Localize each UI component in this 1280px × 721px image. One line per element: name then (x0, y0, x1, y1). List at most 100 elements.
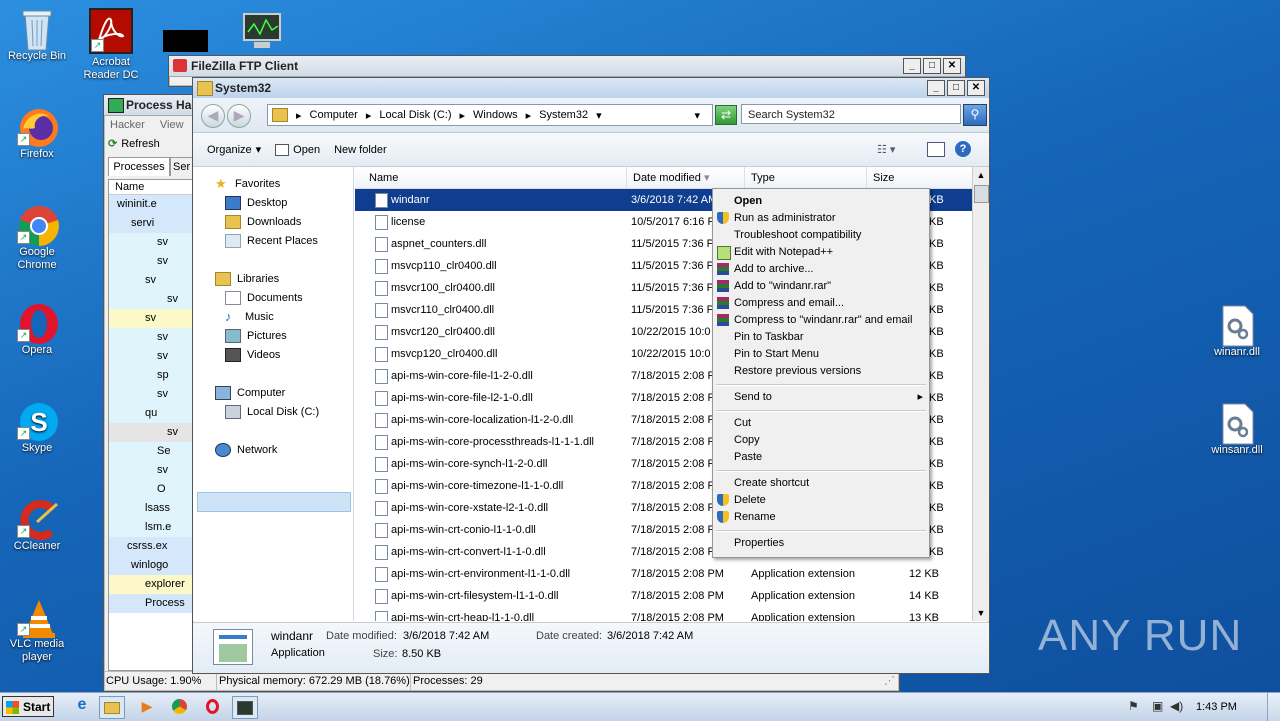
file-row[interactable]: api-ms-win-crt-heap-l1-1-0.dll 7/18/2015 … (355, 607, 975, 621)
menu-item[interactable]: Edit with Notepad++ (713, 244, 929, 261)
process-list[interactable]: Name wininit.e servi sv sv sv sv sv sv sv sp sv qu s… (108, 179, 194, 671)
desktop-icon-chrome[interactable]: ↗ Google Chrome (0, 204, 74, 272)
column-header-name[interactable]: Name (355, 167, 627, 189)
file-row[interactable]: api-ms-win-crt-environment-l1-1-0.dll 7/1… (355, 563, 975, 585)
menu-item[interactable]: Copy (713, 432, 929, 449)
nav-favorites[interactable]: ★ Favorites (215, 175, 280, 193)
menu-item[interactable]: Restore previous versions (713, 363, 929, 380)
close-button[interactable]: ✕ (943, 58, 961, 74)
process-row[interactable]: sv (109, 328, 193, 347)
scroll-down-icon[interactable]: ▼ (973, 605, 989, 621)
maximize-button[interactable]: □ (947, 80, 965, 96)
menu-item[interactable]: Properties (713, 535, 929, 552)
back-button[interactable]: ◀ (201, 104, 225, 128)
filezilla-titlebar[interactable]: FileZilla FTP Client _ □ ✕ (169, 56, 965, 77)
minimize-button[interactable]: _ (903, 58, 921, 74)
process-row[interactable]: sv (109, 271, 193, 290)
help-icon[interactable]: ? (955, 141, 971, 157)
menu-view[interactable]: View (160, 119, 184, 131)
tab-processes[interactable]: Processes (108, 157, 170, 176)
menu-item[interactable]: Compress and email... (713, 295, 929, 312)
organize-button[interactable]: Organize ▾ (207, 143, 261, 157)
process-row[interactable]: sv (109, 252, 193, 271)
process-row[interactable]: O (109, 480, 193, 499)
menu-item[interactable]: Rename (713, 509, 929, 526)
desktop-network-monitor-icon[interactable] (240, 12, 284, 52)
start-button[interactable]: Start (2, 696, 54, 717)
breadcrumb-arrow-icon[interactable]: ▸ (459, 109, 465, 122)
preview-pane-icon[interactable] (927, 142, 945, 157)
menu-item[interactable]: Create shortcut (713, 475, 929, 492)
menu-item[interactable]: Run as administrator (713, 210, 929, 227)
desktop-black-icon[interactable] (163, 30, 208, 52)
tray-flag-icon[interactable]: ⚑ (1128, 699, 1139, 713)
process-row[interactable]: sv (109, 309, 193, 328)
address-dropdown-icon[interactable]: ▾ (694, 109, 700, 122)
desktop-icon-winanr-dll[interactable]: winanr.dll (1200, 304, 1274, 359)
address-bar[interactable]: ▸ Computer ▸ Local Disk (C:) ▸ Windows ▸… (267, 104, 713, 126)
desktop-icon-firefox[interactable]: ↗ Firefox (0, 106, 74, 161)
process-row[interactable]: csrss.ex (109, 537, 193, 556)
taskbar-chrome-icon[interactable] (168, 696, 192, 717)
nav-downloads[interactable]: Downloads (225, 213, 301, 231)
menu-item[interactable]: Pin to Taskbar (713, 329, 929, 346)
nav-local-disk-c[interactable]: Local Disk (C:) (225, 403, 319, 421)
nav-videos[interactable]: Videos (225, 346, 280, 364)
show-desktop-button[interactable] (1267, 693, 1280, 721)
breadcrumb-arrow-icon[interactable]: ▸ (366, 109, 372, 122)
desktop-icon-winsanr-dll[interactable]: winsanr.dll (1200, 402, 1274, 457)
view-options-icon[interactable]: ☷ ▾ (877, 143, 895, 156)
tray-network-icon[interactable]: ▣ (1152, 699, 1163, 713)
desktop-icon-recycle-bin[interactable]: Recycle Bin (0, 8, 74, 63)
context-menu[interactable]: Open Run as administrator Troubleshoot com… (712, 188, 930, 558)
menu-item[interactable]: Add to archive... (713, 261, 929, 278)
new-folder-button[interactable]: New folder (334, 144, 387, 156)
menu-item[interactable]: Send to ▸ (713, 389, 929, 406)
explorer-titlebar[interactable]: System32 _ □ ✕ (193, 78, 989, 99)
menu-item[interactable]: Open (713, 193, 929, 210)
process-row[interactable]: explorer (109, 575, 193, 594)
process-row[interactable]: sv (109, 385, 193, 404)
refresh-button[interactable]: ⟳ Refresh (108, 137, 160, 151)
desktop-icon-opera[interactable]: ↗ Opera (0, 302, 74, 357)
process-row[interactable]: lsass (109, 499, 193, 518)
breadcrumb-arrow-icon[interactable]: ▸ (296, 109, 302, 122)
nav-documents[interactable]: Documents (225, 289, 303, 307)
taskbar-clock[interactable]: 1:43 PM (1196, 701, 1237, 713)
process-row[interactable]: Process (109, 594, 193, 613)
column-header-name[interactable]: Name (109, 180, 193, 195)
resize-grip-icon[interactable]: ⋰ (884, 672, 895, 690)
breadcrumb-arrow-icon[interactable]: ▸ (526, 109, 532, 122)
nav-network[interactable]: Network (215, 441, 277, 459)
menu-item[interactable]: Troubleshoot compatibility (713, 227, 929, 244)
breadcrumb-arrow-icon[interactable]: ▾ (596, 109, 602, 122)
taskbar-ie-icon[interactable]: e (70, 696, 94, 717)
process-row[interactable]: winlogo (109, 556, 193, 575)
nav-pictures[interactable]: Pictures (225, 327, 287, 345)
menu-item[interactable]: Add to "windanr.rar" (713, 278, 929, 295)
process-row[interactable]: sv (109, 423, 193, 442)
maximize-button[interactable]: □ (923, 58, 941, 74)
process-row[interactable]: sp (109, 366, 193, 385)
taskbar-media-player-icon[interactable]: ▶ (135, 696, 159, 717)
forward-button[interactable]: ▶ (227, 104, 251, 128)
taskbar-process-hacker-icon[interactable] (232, 696, 258, 719)
desktop-icon-vlc[interactable]: ↗ VLC media player (0, 596, 74, 664)
process-row[interactable]: wininit.e (109, 195, 193, 214)
breadcrumb-local-disk[interactable]: Local Disk (C:) (379, 109, 451, 121)
nav-music[interactable]: ♪ Music (225, 308, 274, 326)
process-row[interactable]: Se (109, 442, 193, 461)
file-row[interactable]: api-ms-win-crt-filesystem-l1-1-0.dll 7/18… (355, 585, 975, 607)
search-icon[interactable]: ⚲ (963, 104, 987, 126)
nav-computer[interactable]: Computer (215, 384, 285, 402)
desktop-icon-ccleaner[interactable]: ↗ CCleaner (0, 498, 74, 553)
menu-item[interactable]: Paste (713, 449, 929, 466)
scroll-thumb[interactable] (974, 185, 989, 203)
scroll-up-icon[interactable]: ▲ (973, 167, 989, 183)
process-row[interactable]: qu (109, 404, 193, 423)
process-row[interactable]: lsm.e (109, 518, 193, 537)
file-list-scrollbar[interactable]: ▲ ▼ (972, 167, 989, 621)
process-row[interactable]: sv (109, 461, 193, 480)
column-header-type[interactable]: Type (745, 167, 867, 189)
taskbar-explorer-icon[interactable] (99, 696, 125, 719)
